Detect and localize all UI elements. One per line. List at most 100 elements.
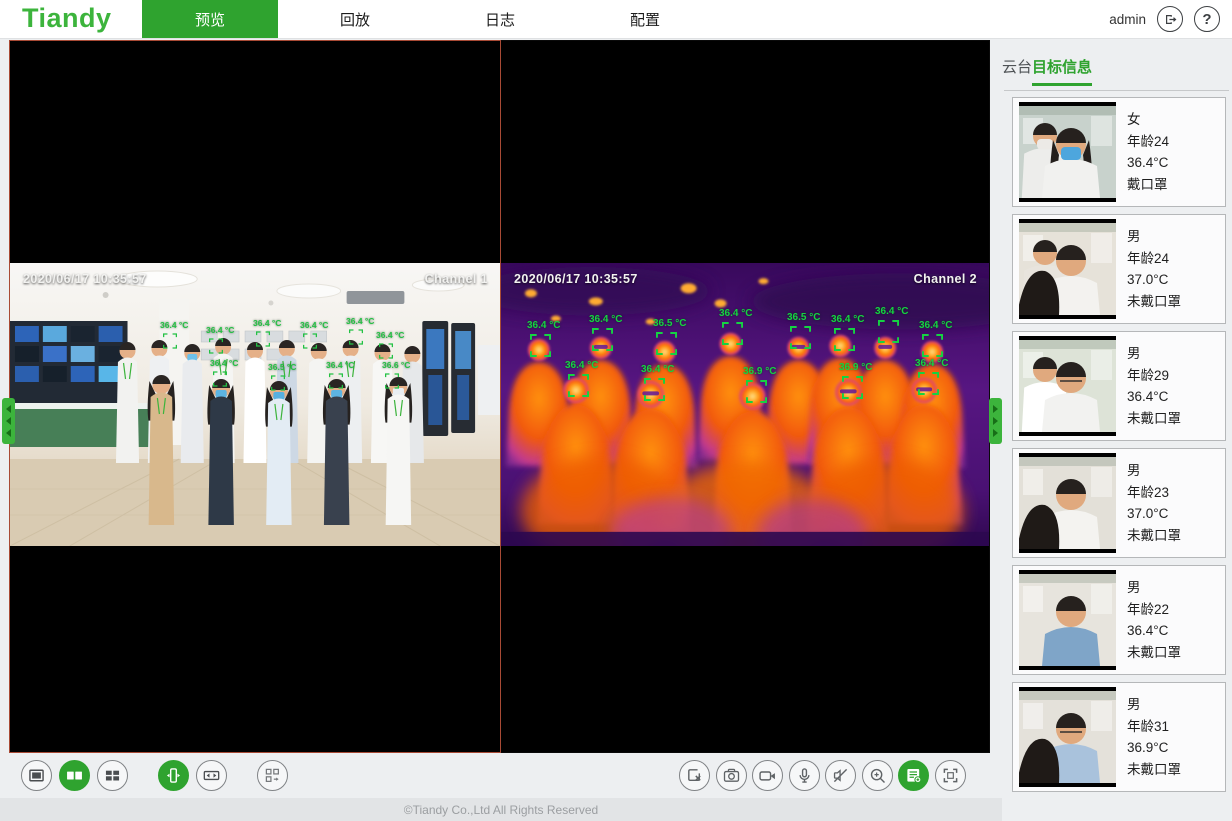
left-panel-collapse-handle[interactable] — [2, 398, 15, 444]
video-pane-channel1[interactable]: 2020/06/17 10:35:57 Channel 1 36.4 °C 36… — [9, 40, 501, 753]
target-card[interactable]: 女 年龄24 36.4°C 戴口罩 — [1012, 97, 1226, 207]
temperature-text: 36.4 °C — [915, 359, 948, 369]
target-temperature: 36.4°C — [1127, 620, 1181, 642]
digital-zoom-button[interactable] — [862, 760, 893, 791]
stream-tools — [679, 760, 966, 791]
ch1-temp-label-8: 36.4 °C — [326, 361, 354, 389]
target-info-icon — [903, 765, 924, 786]
fit-original-button[interactable] — [196, 760, 227, 791]
face-thumbnail — [1019, 340, 1116, 432]
temperature-text: 36.9 °C — [839, 363, 872, 373]
snapshot-button[interactable] — [716, 760, 747, 791]
channel1-content: 2020/06/17 10:35:57 Channel 1 36.4 °C 36… — [10, 263, 500, 546]
target-gender: 男 — [1127, 343, 1181, 365]
sidebar-tab-1[interactable]: 目标信息 — [1032, 56, 1092, 86]
temperature-text: 36.4 °C — [253, 319, 281, 328]
target-card[interactable]: 男 年龄22 36.4°C 未戴口罩 — [1012, 565, 1226, 675]
temperature-text: 36.4 °C — [875, 307, 908, 317]
tiandy-logo: Tiandy — [22, 3, 112, 34]
target-card[interactable]: 男 年龄31 36.9°C 未戴口罩 — [1012, 682, 1226, 792]
video-pane-channel2[interactable]: 2020/06/17 10:35:57 Channel 2 36.4 °C 36… — [501, 40, 990, 753]
ch2-temp-label-8: 36.4 °C — [565, 361, 598, 397]
layout-dual-button[interactable] — [59, 760, 90, 791]
ch1-temp-label-5: 36.4 °C — [376, 331, 404, 359]
help-button[interactable]: ? — [1194, 6, 1220, 32]
fit-original-icon — [201, 765, 222, 786]
target-age: 年龄22 — [1127, 599, 1181, 621]
nav-tab-3[interactable]: 配置 — [577, 0, 713, 38]
layout-quad-button[interactable] — [97, 760, 128, 791]
ch2-temp-label-0: 36.4 °C — [527, 321, 560, 357]
fullscreen-button[interactable] — [935, 760, 966, 791]
layout-custom-button[interactable] — [257, 760, 288, 791]
layout-dual-icon — [64, 765, 85, 786]
channel2-name: Channel 2 — [914, 272, 977, 286]
chevron-left-icon — [6, 429, 11, 437]
nav-tab-0[interactable]: 预览 — [142, 0, 278, 38]
record-button[interactable] — [752, 760, 783, 791]
audio-muted-icon — [830, 765, 851, 786]
target-card[interactable]: 男 年龄23 37.0°C 未戴口罩 — [1012, 448, 1226, 558]
target-card[interactable]: 男 年龄29 36.4°C 未戴口罩 — [1012, 331, 1226, 441]
target-photo — [1019, 219, 1116, 319]
target-photo — [1019, 570, 1116, 670]
face-bracket-icon — [163, 333, 177, 349]
ch1-temp-label-6: 36.4 °C — [210, 359, 238, 387]
target-photo — [1019, 102, 1116, 202]
target-info-button[interactable] — [898, 760, 929, 791]
face-bracket-icon — [329, 373, 343, 389]
target-gender: 女 — [1127, 109, 1169, 131]
target-age: 年龄23 — [1127, 482, 1181, 504]
target-mask-status: 未戴口罩 — [1127, 525, 1181, 547]
channel2-timestamp: 2020/06/17 10:35:57 — [514, 272, 638, 286]
ch2-temp-label-1: 36.4 °C — [589, 315, 622, 351]
close-stream-button[interactable] — [679, 760, 710, 791]
target-card[interactable]: 男 年龄24 37.0°C 未戴口罩 — [1012, 214, 1226, 324]
face-thumbnail — [1019, 223, 1116, 315]
target-temperature: 37.0°C — [1127, 269, 1181, 291]
temperature-text: 36.4 °C — [589, 315, 622, 325]
right-panel-collapse-handle[interactable] — [989, 398, 1002, 444]
logout-button[interactable] — [1157, 6, 1183, 32]
fit-vertical-icon — [163, 765, 184, 786]
layout-single-button[interactable] — [21, 760, 52, 791]
face-thumbnail — [1019, 106, 1116, 198]
face-bracket-icon — [385, 373, 399, 389]
temperature-text: 36.4 °C — [565, 361, 598, 371]
temperature-text: 36.5 °C — [787, 313, 820, 323]
temperature-text: 36.4 °C — [527, 321, 560, 331]
temperature-text: 36.9 °C — [743, 367, 776, 377]
target-info-text: 男 年龄31 36.9°C 未戴口罩 — [1127, 694, 1181, 780]
face-bracket-icon — [530, 334, 551, 357]
ch1-temp-label-4: 36.4 °C — [346, 317, 374, 345]
ch2-temp-label-9: 36.4 °C — [641, 365, 674, 401]
temperature-text: 36.4 °C — [206, 326, 234, 335]
temperature-text: 36.4 °C — [300, 321, 328, 330]
layout-tools — [21, 760, 288, 791]
nav-tab-label: 预览 — [195, 9, 225, 30]
audio-muted-button[interactable] — [825, 760, 856, 791]
ch2-temp-label-11: 36.9 °C — [839, 363, 872, 399]
target-info-text: 男 年龄22 36.4°C 未戴口罩 — [1127, 577, 1181, 663]
top-nav: Tiandy 预览回放日志配置 admin ? — [0, 0, 1232, 39]
sidebar-tab-0[interactable]: 云台 — [1002, 56, 1032, 86]
face-bracket-icon — [379, 343, 393, 359]
target-gender: 男 — [1127, 694, 1181, 716]
face-bracket-icon — [303, 333, 317, 349]
target-temperature: 36.9°C — [1127, 737, 1181, 759]
temperature-text: 36.4 °C — [346, 317, 374, 326]
talk-mic-button[interactable] — [789, 760, 820, 791]
fit-vertical-button[interactable] — [158, 760, 189, 791]
target-info-text: 男 年龄29 36.4°C 未戴口罩 — [1127, 343, 1181, 429]
nav-tab-1[interactable]: 回放 — [287, 0, 423, 38]
face-thumbnail — [1019, 691, 1116, 783]
copyright-text: ©Tiandy Co.,Ltd All Rights Reserved — [404, 803, 598, 817]
face-bracket-icon — [209, 338, 223, 354]
target-info-text: 男 年龄23 37.0°C 未戴口罩 — [1127, 460, 1181, 546]
target-mask-status: 未戴口罩 — [1127, 408, 1181, 430]
temperature-text: 36.6 °C — [382, 361, 410, 370]
target-temperature: 37.0°C — [1127, 503, 1181, 525]
target-age: 年龄29 — [1127, 365, 1181, 387]
nav-tab-2[interactable]: 日志 — [432, 0, 568, 38]
help-icon: ? — [1202, 12, 1211, 27]
